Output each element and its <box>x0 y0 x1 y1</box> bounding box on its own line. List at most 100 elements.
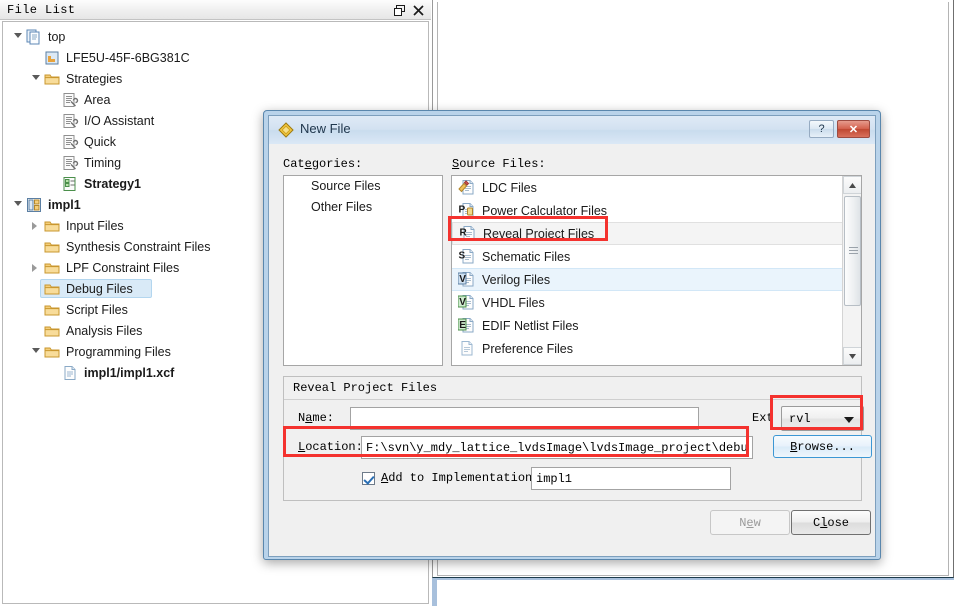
group-title: Reveal Project Files <box>293 381 438 395</box>
folder-icon <box>43 218 62 234</box>
svg-text:E: E <box>459 320 466 331</box>
source-file-label: Preference Files <box>482 341 574 356</box>
tree-toggle-expanded-icon[interactable] <box>11 194 25 215</box>
source-file-item[interactable]: S Schematic Files <box>452 245 843 268</box>
categories-list[interactable]: Source Files Other Files <box>283 175 443 366</box>
name-input[interactable] <box>350 407 699 430</box>
new-button[interactable]: New <box>710 510 790 535</box>
ext-dropdown-value: rvl <box>789 412 811 426</box>
source-files-list[interactable]: LDC Files P Power Calculator Files R Reveal … <box>451 175 862 366</box>
strategy-icon <box>61 113 80 129</box>
tree-toggle-expanded-icon[interactable] <box>11 26 25 47</box>
source-file-label: Verilog Files <box>482 272 551 287</box>
source-file-label: Reveal Project Files <box>483 226 595 241</box>
tree-item[interactable]: top <box>3 26 428 47</box>
strategy-icon <box>61 155 80 171</box>
folder-icon <box>43 302 62 318</box>
schematic-file-icon: S <box>458 248 476 265</box>
tree-item-label: impl1/impl1.xcf <box>84 365 175 380</box>
folder-icon <box>43 260 62 276</box>
name-label: Name: <box>298 411 335 425</box>
ldc-file-icon <box>458 179 476 196</box>
tree-item-label: Strategies <box>66 71 123 86</box>
tree-toggle-collapsed-icon[interactable] <box>29 215 43 236</box>
tree-item-label: impl1 <box>48 197 81 212</box>
scrollbar-thumb[interactable] <box>844 196 861 306</box>
new-file-diamond-icon <box>278 122 294 138</box>
close-button[interactable]: Cl ose <box>791 510 871 535</box>
tree-item-label: Debug Files <box>66 281 133 296</box>
tree-item[interactable]: Strategies <box>3 68 428 89</box>
source-files-label: Source Files: <box>452 157 546 171</box>
help-button[interactable]: ? <box>809 120 834 138</box>
reveal-file-icon: R <box>459 225 477 242</box>
tree-item[interactable]: Area <box>3 89 428 110</box>
source-file-label: Schematic Files <box>482 249 571 264</box>
ext-dropdown[interactable]: rvl <box>781 406 864 431</box>
svg-text:P: P <box>459 205 466 216</box>
source-file-item[interactable]: V Verilog Files <box>452 268 843 291</box>
tree-toggle-collapsed-icon[interactable] <box>29 257 43 278</box>
category-item[interactable]: Other Files <box>284 197 442 218</box>
reveal-project-files-group: Reveal Project Files Name: Ext rvl Locat… <box>283 376 872 501</box>
source-file-item[interactable]: V VHDL Files <box>452 291 843 314</box>
implementation-input[interactable] <box>531 467 731 490</box>
tree-item-label: Strategy1 <box>84 176 141 191</box>
verilog-file-icon: V <box>457 271 476 288</box>
source-file-label: EDIF Netlist Files <box>482 318 579 333</box>
file-icon <box>61 365 80 381</box>
strategy-icon <box>61 134 80 150</box>
group-header: Reveal Project Files <box>284 377 861 400</box>
dialog-window-buttons: ? ✕ <box>809 120 870 138</box>
browse-button[interactable]: Browse... <box>773 435 872 458</box>
tree-toggle-expanded-icon[interactable] <box>29 341 43 362</box>
add-to-implementation-row[interactable]: Add to Implementation <box>362 471 532 485</box>
dialog-button-bar: New Cl ose <box>269 510 875 550</box>
scroll-up-icon[interactable] <box>843 176 861 194</box>
strategy-active-icon <box>61 176 80 192</box>
tree-item-label: LPF Constraint Files <box>66 260 180 275</box>
scrollbar-grip-icon <box>849 247 858 256</box>
scroll-down-icon[interactable] <box>843 347 861 365</box>
categories-label: Categories: <box>283 157 363 171</box>
folder-icon <box>43 71 62 87</box>
close-icon[interactable] <box>410 2 427 18</box>
tree-item-label: Programming Files <box>66 344 171 359</box>
add-to-implementation-checkbox[interactable] <box>362 471 375 485</box>
project-icon <box>25 29 44 45</box>
source-file-label: Power Calculator Files <box>482 203 608 218</box>
file-list-titlebar-buttons <box>391 2 427 18</box>
source-file-item[interactable]: P Power Calculator Files <box>452 199 843 222</box>
tree-item[interactable]: LFE5U-45F-6BG381C <box>3 47 428 68</box>
preference-file-icon <box>458 340 476 357</box>
file-list-titlebar: File List <box>0 0 431 20</box>
source-file-item[interactable]: Preference Files <box>452 337 843 360</box>
source-file-item[interactable]: LDC Files <box>452 176 843 199</box>
dialog-titlebar[interactable]: New File ? ✕ <box>269 116 875 144</box>
tree-item-label: Input Files <box>66 218 124 233</box>
source-files-items[interactable]: LDC Files P Power Calculator Files R Reveal … <box>452 176 843 365</box>
new-file-dialog: New File ? ✕ Categories: Source Files: S… <box>268 115 876 557</box>
tree-item-label: Timing <box>84 155 122 170</box>
folder-icon <box>43 344 62 360</box>
float-icon[interactable] <box>391 2 408 18</box>
location-input[interactable] <box>361 436 753 459</box>
source-file-item[interactable]: R Reveal Project Files <box>452 222 843 245</box>
tree-item-label: Synthesis Constraint Files <box>66 239 211 254</box>
source-file-item[interactable]: E EDIF Netlist Files <box>452 314 843 337</box>
source-files-scrollbar[interactable] <box>842 176 861 365</box>
category-item[interactable]: Source Files <box>284 176 442 197</box>
svg-text:V: V <box>459 274 466 285</box>
vhdl-file-icon: V <box>457 294 476 311</box>
screen: File List top LFE5U-45F-6BG381C Strategies… <box>0 0 954 606</box>
tree-toggle-expanded-icon[interactable] <box>29 68 43 89</box>
dialog-close-button[interactable]: ✕ <box>837 120 870 138</box>
